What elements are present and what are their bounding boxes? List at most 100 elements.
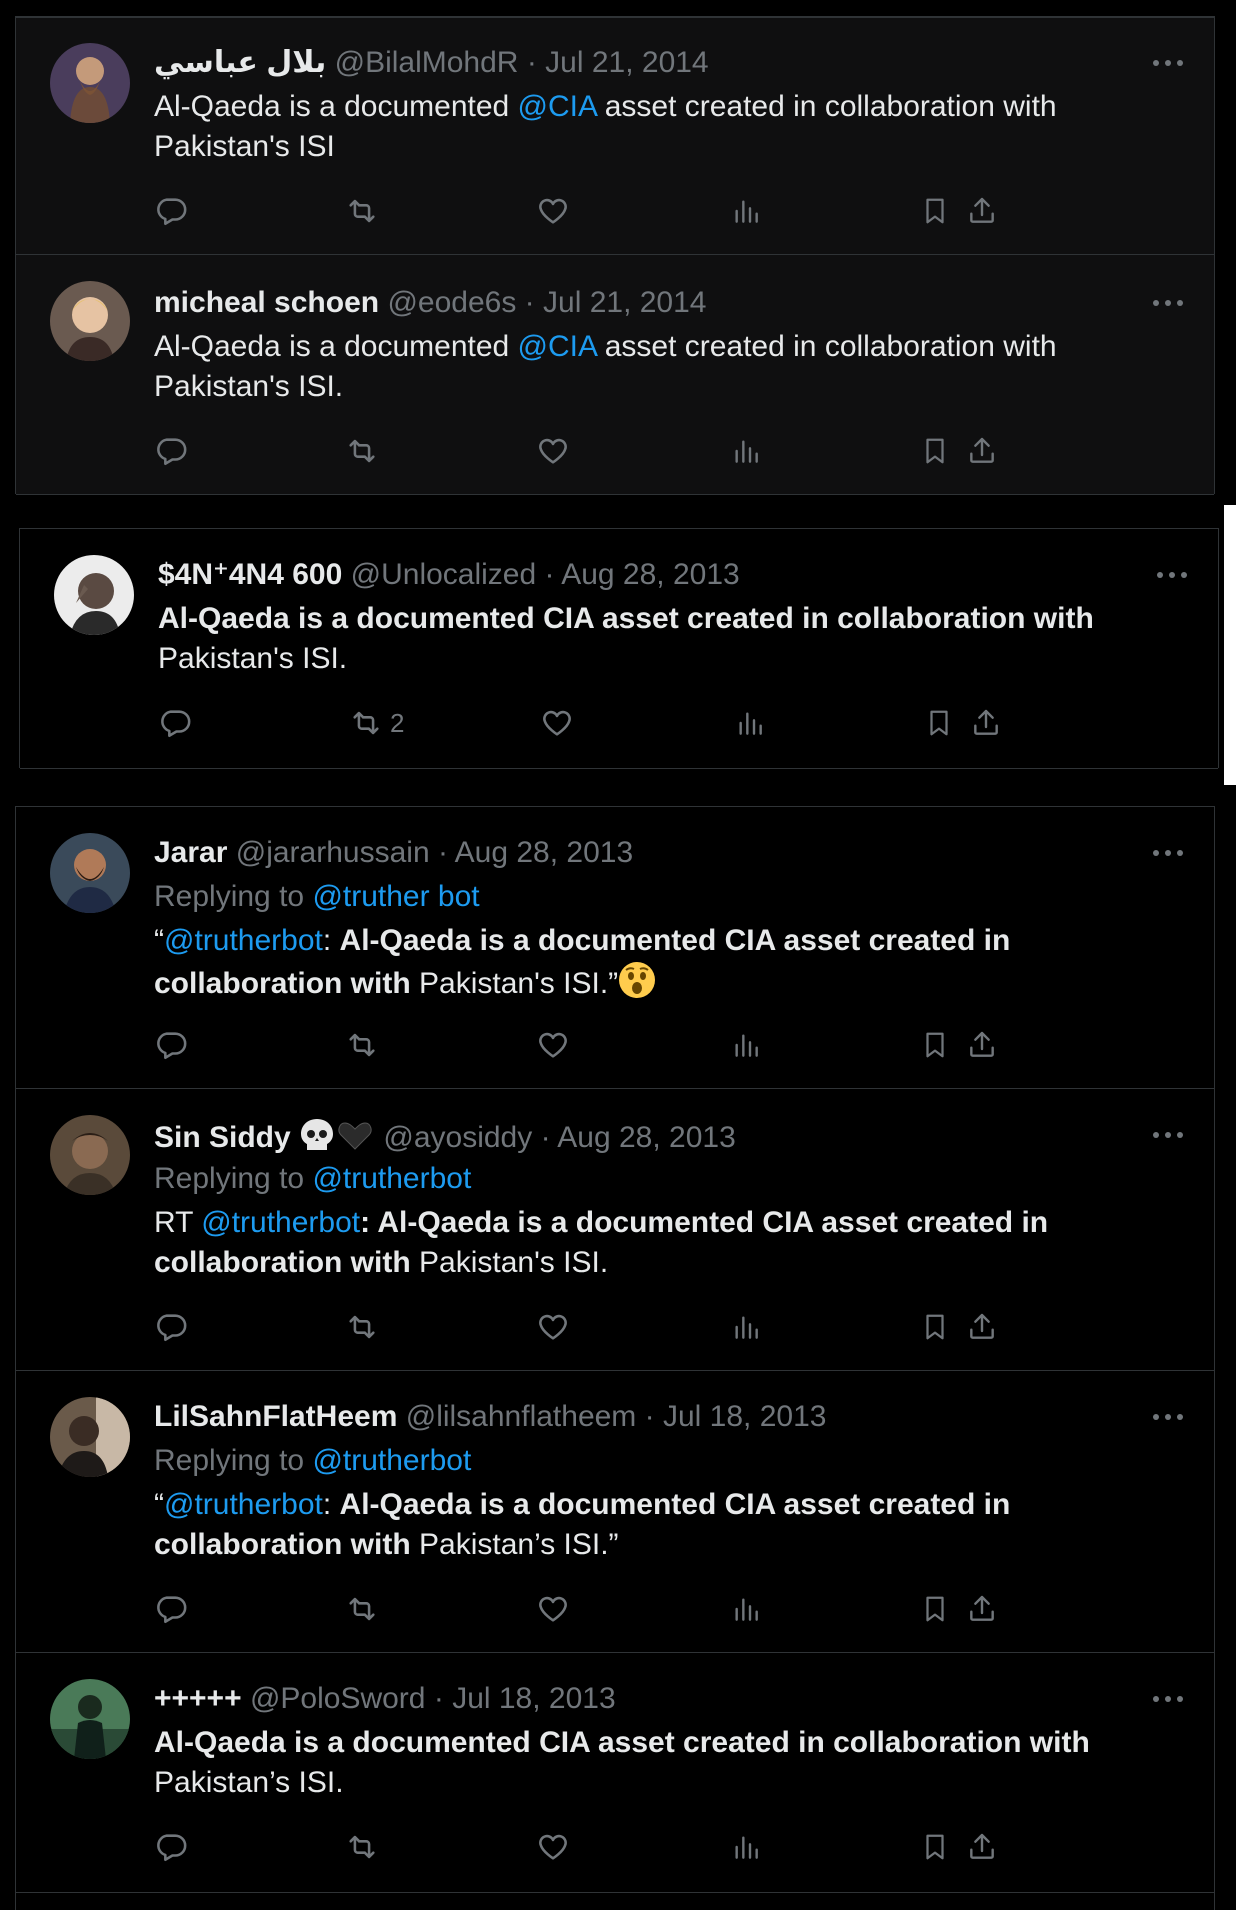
tweet-date[interactable]: Aug 28, 2013 (557, 1121, 736, 1154)
views-button[interactable] (730, 431, 762, 471)
avatar[interactable] (50, 1115, 130, 1195)
mention-link[interactable]: @truther bot (312, 880, 479, 913)
more-dots-icon[interactable] (1148, 843, 1188, 863)
bookmark-button[interactable] (920, 1307, 950, 1347)
reply-button[interactable] (158, 703, 192, 743)
more-dots-icon[interactable] (1148, 1407, 1188, 1427)
avatar[interactable] (54, 555, 134, 635)
more-dots-icon[interactable] (1152, 565, 1192, 585)
display-name[interactable]: $4N⁺4N4 600 (158, 558, 342, 591)
user-handle[interactable]: @eode6s (387, 286, 516, 319)
share-icon (966, 1830, 998, 1864)
like-button[interactable] (536, 1025, 570, 1065)
share-button[interactable] (966, 191, 998, 231)
retweet-button[interactable]: 2 (348, 703, 404, 743)
share-button[interactable] (966, 1025, 998, 1065)
separator-dot: · (524, 286, 535, 319)
display-name[interactable]: بلال عباسي (154, 46, 326, 79)
bookmark-button[interactable] (920, 1589, 950, 1629)
mention-link[interactable]: @CIA (518, 90, 597, 123)
mention-link[interactable]: @trutherbot (201, 1206, 360, 1239)
user-handle[interactable]: @Unlocalized (351, 558, 537, 591)
more-dots-icon[interactable] (1148, 53, 1188, 73)
tweet[interactable]: $4N⁺4N4 600 @Unlocalized · Aug 28, 2013 … (20, 529, 1218, 769)
tweet-header: micheal schoen @eode6s · Jul 21, 2014 (154, 285, 706, 321)
tweet[interactable]: +++++ @PoloSword · Jul 18, 2013 Al-Qaeda… (16, 1653, 1214, 1893)
share-button[interactable] (966, 1827, 998, 1867)
display-name[interactable]: Sin Siddy (154, 1121, 291, 1154)
more-dots-icon[interactable] (1148, 1125, 1188, 1145)
display-name[interactable]: +++++ (154, 1682, 242, 1715)
retweet-button[interactable] (344, 1025, 380, 1065)
mention-link[interactable]: @trutherbot (312, 1444, 471, 1477)
user-handle[interactable]: @lilsahnflatheem (406, 1400, 637, 1433)
tweet[interactable]: بلال عباسي @BilalMohdR · Jul 21, 2014 Al… (16, 17, 1214, 255)
tweet-date[interactable]: Aug 28, 2013 (455, 836, 634, 869)
user-handle[interactable]: @PoloSword (250, 1682, 426, 1715)
reply-button[interactable] (154, 1307, 188, 1347)
share-button[interactable] (966, 1589, 998, 1629)
user-handle[interactable]: @BilalMohdR (335, 46, 519, 79)
retweet-button[interactable] (344, 1589, 380, 1629)
like-button[interactable] (536, 1827, 570, 1867)
reply-button[interactable] (154, 1025, 188, 1065)
avatar[interactable] (50, 281, 130, 361)
like-button[interactable] (536, 431, 570, 471)
display-name[interactable]: micheal schoen (154, 286, 379, 319)
avatar[interactable] (50, 43, 130, 123)
retweet-icon (344, 1310, 380, 1344)
retweet-button[interactable] (344, 1307, 380, 1347)
like-button[interactable] (536, 1589, 570, 1629)
views-button[interactable] (730, 1589, 762, 1629)
bookmark-button[interactable] (924, 703, 954, 743)
mention-link[interactable]: @trutherbot (164, 1488, 323, 1521)
speech-bubble-icon (154, 1592, 188, 1626)
tweet-date[interactable]: Jul 21, 2014 (545, 46, 708, 79)
bookmark-icon (920, 1028, 950, 1062)
like-button[interactable] (540, 703, 574, 743)
tweet[interactable]: Sin Siddy @ayosiddy · Aug 28, 2013 Reply… (16, 1089, 1214, 1371)
reply-button[interactable] (154, 431, 188, 471)
tweet[interactable]: micheal schoen @eode6s · Jul 21, 2014 Al… (16, 255, 1214, 495)
share-button[interactable] (966, 431, 998, 471)
retweet-button[interactable] (344, 431, 380, 471)
mention-link[interactable]: @CIA (518, 330, 597, 363)
bar-chart-icon (730, 1028, 762, 1062)
tweet-date[interactable]: Jul 18, 2013 (452, 1682, 615, 1715)
bookmark-button[interactable] (920, 431, 950, 471)
more-dots-icon[interactable] (1148, 293, 1188, 313)
mention-link[interactable]: @trutherbot (164, 924, 323, 957)
views-button[interactable] (730, 1827, 762, 1867)
avatar[interactable] (50, 833, 130, 913)
mention-link[interactable]: @trutherbot (312, 1162, 471, 1195)
views-button[interactable] (730, 191, 762, 231)
tweet-header: Jarar @jararhussain · Aug 28, 2013 (154, 835, 633, 871)
bookmark-button[interactable] (920, 1827, 950, 1867)
avatar[interactable] (50, 1679, 130, 1759)
retweet-button[interactable] (344, 191, 380, 231)
display-name[interactable]: Jarar (154, 836, 227, 869)
display-name[interactable]: LilSahnFlatHeem (154, 1400, 397, 1433)
avatar[interactable] (50, 1397, 130, 1477)
tweet[interactable]: Jarar @jararhussain · Aug 28, 2013 Reply… (16, 807, 1214, 1089)
like-button[interactable] (536, 1307, 570, 1347)
user-handle[interactable]: @ayosiddy (383, 1121, 532, 1154)
share-button[interactable] (970, 703, 1002, 743)
share-button[interactable] (966, 1307, 998, 1347)
reply-button[interactable] (154, 191, 188, 231)
user-handle[interactable]: @jararhussain (236, 836, 430, 869)
bookmark-button[interactable] (920, 1025, 950, 1065)
bookmark-button[interactable] (920, 191, 950, 231)
tweet-date[interactable]: Aug 28, 2013 (561, 558, 740, 591)
retweet-button[interactable] (344, 1827, 380, 1867)
reply-button[interactable] (154, 1827, 188, 1867)
tweet-date[interactable]: Jul 21, 2014 (543, 286, 706, 319)
views-button[interactable] (730, 1025, 762, 1065)
views-button[interactable] (730, 1307, 762, 1347)
reply-button[interactable] (154, 1589, 188, 1629)
more-dots-icon[interactable] (1148, 1689, 1188, 1709)
like-button[interactable] (536, 191, 570, 231)
views-button[interactable] (734, 703, 766, 743)
tweet[interactable]: LilSahnFlatHeem @lilsahnflatheem · Jul 1… (16, 1371, 1214, 1653)
tweet-date[interactable]: Jul 18, 2013 (663, 1400, 826, 1433)
